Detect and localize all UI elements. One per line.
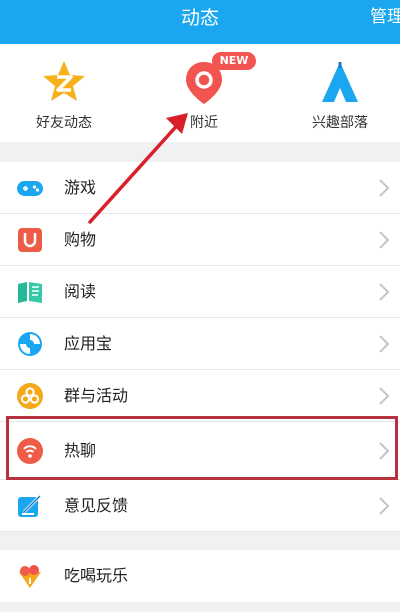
page-title: 动态 (180, 7, 219, 29)
menu-item-feedback[interactable]: 意见反馈 (0, 480, 400, 532)
hot-chat-icon (17, 438, 43, 464)
chevron-right-icon (379, 231, 390, 249)
menu-item-label: 阅读 (64, 282, 97, 301)
chevron-right-icon (379, 387, 390, 405)
menu-list-secondary: 吃喝玩乐 (0, 550, 400, 602)
menu-item-hot-chat[interactable]: 热聊 (0, 422, 400, 480)
star-z-icon (43, 61, 85, 101)
feedback-icon (18, 494, 42, 517)
menu-item-label: 购物 (64, 230, 97, 249)
menu-item-games[interactable]: 游戏 (0, 162, 400, 214)
menu-item-label: 群与活动 (64, 386, 129, 405)
menu-item-reading[interactable]: 阅读 (0, 266, 400, 318)
chevron-right-icon (379, 335, 390, 353)
menu-item-shopping[interactable]: 购物 (0, 214, 400, 266)
food-icon (19, 565, 41, 588)
menu-item-label: 热聊 (64, 441, 97, 460)
book-icon (18, 282, 42, 303)
quick-entries: 好友动态 附近 兴趣部落 (0, 44, 400, 142)
nearby-label: 附近 (190, 115, 218, 131)
interest-tribe-entry[interactable]: 兴趣部落 (280, 44, 400, 142)
tent-icon (322, 62, 358, 102)
new-badge: NEW (212, 52, 256, 70)
manage-button[interactable]: 管理 (370, 0, 400, 44)
menu-item-label: 吃喝玩乐 (64, 566, 129, 585)
gamepad-icon (17, 181, 43, 196)
menu-item-groups-events[interactable]: 群与活动 (0, 370, 400, 422)
friend-feed-label: 好友动态 (36, 115, 92, 131)
menu-list: 游戏 购物 阅读 应用宝 群与活动 热聊 意见反馈 (0, 162, 400, 532)
shopping-bag-icon (18, 228, 42, 252)
menu-item-app-store[interactable]: 应用宝 (0, 318, 400, 370)
chevron-right-icon (379, 179, 390, 197)
menu-item-label: 意见反馈 (64, 496, 129, 515)
chevron-right-icon (379, 442, 390, 460)
friend-feed-entry[interactable]: 好友动态 (4, 44, 124, 142)
chevron-right-icon (379, 283, 390, 301)
menu-item-label: 游戏 (64, 178, 97, 197)
menu-item-food-fun[interactable]: 吃喝玩乐 (0, 550, 400, 602)
menu-item-label: 应用宝 (64, 334, 113, 353)
chevron-right-icon (379, 497, 390, 515)
interest-tribe-label: 兴趣部落 (312, 115, 368, 131)
top-bar: 动态 管理 (0, 0, 400, 44)
app-store-icon (18, 332, 42, 356)
group-icon (17, 383, 43, 409)
